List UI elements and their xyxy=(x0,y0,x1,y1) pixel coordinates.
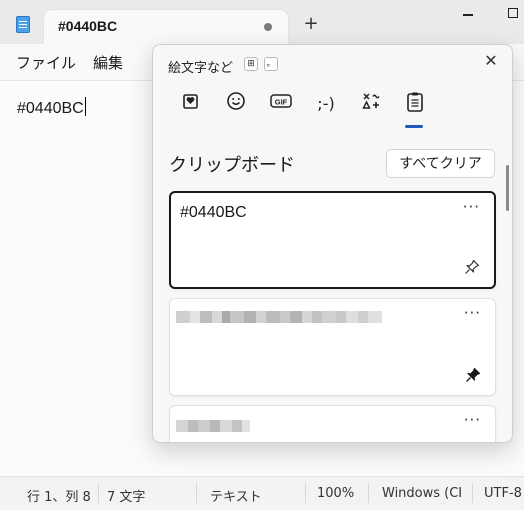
status-zoom[interactable]: 100% xyxy=(317,486,354,501)
text-caret xyxy=(84,97,87,116)
close-icon[interactable]: ✕ xyxy=(481,51,501,70)
status-divider xyxy=(98,483,99,503)
status-divider xyxy=(472,483,473,503)
smiley-icon[interactable] xyxy=(221,91,251,117)
menu-file[interactable]: ファイル xyxy=(16,52,76,73)
document-tab[interactable]: #0440BC xyxy=(44,10,288,44)
period-key-icon: 。 xyxy=(264,57,278,71)
more-options-icon[interactable]: ··· xyxy=(464,304,481,322)
selected-category-indicator xyxy=(405,125,423,128)
status-divider xyxy=(368,483,369,503)
pinned-icon[interactable] xyxy=(465,367,481,383)
clipboard-item-text: #0440BC xyxy=(180,204,247,221)
status-format: テキスト xyxy=(210,490,262,505)
unsaved-dot-icon[interactable] xyxy=(264,23,272,31)
panel-scrollbar[interactable] xyxy=(506,165,509,211)
emoji-panel: 絵文字など ⊞ 。 ✕ GIF ;-) クリップボード すべてクリア #0440… xyxy=(152,44,513,443)
status-line-ending[interactable]: Windows (CI xyxy=(382,486,462,501)
symbols-icon[interactable] xyxy=(356,91,386,117)
editor-content: #0440BC xyxy=(17,97,87,118)
windows-key-icon: ⊞ xyxy=(244,57,258,71)
status-encoding[interactable]: UTF-8 xyxy=(484,486,522,501)
notepad-window: #0440BC + ファイル 編集 #0440BC 行 1、列 8 7 文字 テ… xyxy=(0,0,524,510)
notepad-app-icon xyxy=(16,16,30,33)
clipboard-item[interactable]: #0440BC ··· xyxy=(169,191,496,289)
kaomoji-icon[interactable]: ;-) xyxy=(311,91,341,117)
more-options-icon[interactable]: ··· xyxy=(464,411,481,429)
title-bar: #0440BC + xyxy=(0,0,524,44)
status-cursor-position: 行 1、列 8 xyxy=(27,490,91,505)
favorites-icon[interactable] xyxy=(176,91,206,117)
more-options-icon[interactable]: ··· xyxy=(463,198,480,216)
pin-icon[interactable] xyxy=(464,259,480,275)
svg-text:GIF: GIF xyxy=(275,98,288,107)
clipboard-item[interactable]: ··· xyxy=(169,298,496,396)
clear-all-button[interactable]: すべてクリア xyxy=(386,149,495,178)
editor-text: #0440BC xyxy=(17,100,84,117)
clipboard-item[interactable]: ··· xyxy=(169,405,496,442)
status-divider xyxy=(196,483,197,503)
panel-title: 絵文字など xyxy=(168,61,234,76)
new-tab-button[interactable]: + xyxy=(301,13,321,34)
maximize-icon[interactable] xyxy=(508,8,518,18)
tab-title: #0440BC xyxy=(58,18,118,34)
redacted-text xyxy=(176,311,382,325)
status-bar: 行 1、列 8 7 文字 テキスト 100% Windows (CI UTF-8 xyxy=(0,476,524,510)
gif-icon[interactable]: GIF xyxy=(266,91,296,117)
menu-edit[interactable]: 編集 xyxy=(93,52,123,73)
status-divider xyxy=(305,483,306,503)
clipboard-section-title: クリップボード xyxy=(169,155,295,176)
redacted-text xyxy=(176,420,250,434)
clipboard-icon[interactable] xyxy=(400,91,430,117)
status-char-count: 7 文字 xyxy=(107,490,146,505)
minimize-icon[interactable] xyxy=(463,14,473,16)
